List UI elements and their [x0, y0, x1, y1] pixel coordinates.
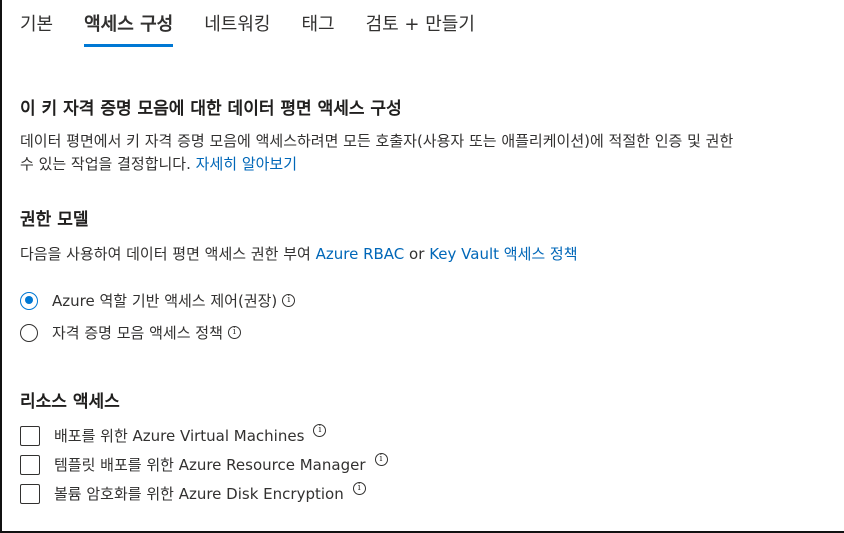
checkbox-option-arm[interactable]: 템플릿 배포를 위한 Azure Resource Manager i: [20, 453, 388, 475]
permission-model-title: 권한 모델: [20, 210, 89, 230]
section-title: 이 키 자격 증명 모음에 대한 데이터 평면 액세스 구성: [20, 99, 402, 119]
checkbox-arm-label: 템플릿 배포를 위한 Azure Resource Manager: [54, 456, 366, 474]
tab-basics[interactable]: 기본: [20, 12, 53, 44]
checkbox-vm-label: 배포를 위한 Azure Virtual Machines: [54, 427, 305, 445]
radio-option-rbac[interactable]: Azure 역할 기반 액세스 제어(권장) i: [20, 290, 296, 311]
azure-rbac-link[interactable]: Azure RBAC: [316, 245, 405, 263]
or-text: or: [409, 245, 425, 263]
info-icon[interactable]: i: [227, 326, 241, 339]
tab-tags[interactable]: 태그: [301, 12, 334, 44]
radio-access-policy-label: 자격 증명 모음 액세스 정책: [52, 324, 223, 342]
checkbox-vm-deployment[interactable]: [20, 425, 40, 446]
info-icon[interactable]: i: [374, 453, 388, 466]
checkbox-disk-label: 볼륨 암호화를 위한 Azure Disk Encryption: [54, 485, 344, 503]
checkbox-option-disk-encryption[interactable]: 볼륨 암호화를 위한 Azure Disk Encryption i: [20, 482, 366, 504]
checkbox-option-vm[interactable]: 배포를 위한 Azure Virtual Machines i: [20, 424, 327, 446]
checkbox-disk-encryption[interactable]: [20, 483, 40, 504]
access-configuration-page: 기본 액세스 구성 네트워킹 태그 검토 + 만들기 이 키 자격 증명 모음에…: [0, 0, 844, 533]
tab-networking[interactable]: 네트워킹: [204, 12, 270, 44]
info-icon[interactable]: i: [313, 424, 327, 437]
radio-option-access-policy[interactable]: 자격 증명 모음 액세스 정책 i: [20, 322, 241, 343]
description-line-2-text: 수 있는 작업을 결정합니다.: [20, 155, 191, 173]
radio-rbac-label: Azure 역할 기반 액세스 제어(권장): [52, 292, 278, 310]
info-icon[interactable]: i: [352, 482, 366, 495]
key-vault-access-policy-link[interactable]: Key Vault 액세스 정책: [429, 245, 577, 263]
section-description: 데이터 평면에서 키 자격 증명 모음에 액세스하려면 모든 호출자(사용자 또…: [20, 130, 844, 176]
permission-intro-text: 다음을 사용하여 데이터 평면 액세스 권한 부여: [20, 245, 311, 263]
description-line-2: 수 있는 작업을 결정합니다. 자세히 알아보기: [20, 153, 844, 176]
learn-more-link[interactable]: 자세히 알아보기: [196, 155, 297, 173]
tab-review-create[interactable]: 검토 + 만들기: [366, 12, 475, 44]
tab-bar: 기본 액세스 구성 네트워킹 태그 검토 + 만들기: [20, 12, 506, 47]
resource-access-title: 리소스 액세스: [20, 392, 120, 412]
radio-rbac[interactable]: [20, 291, 38, 310]
info-icon[interactable]: i: [282, 294, 296, 307]
description-line-1: 데이터 평면에서 키 자격 증명 모음에 액세스하려면 모든 호출자(사용자 또…: [20, 132, 734, 150]
permission-model-intro: 다음을 사용하여 데이터 평면 액세스 권한 부여 Azure RBAC or …: [20, 243, 578, 264]
radio-access-policy[interactable]: [20, 323, 38, 342]
tab-access-configuration[interactable]: 액세스 구성: [84, 12, 174, 47]
checkbox-arm-template[interactable]: [20, 454, 40, 475]
